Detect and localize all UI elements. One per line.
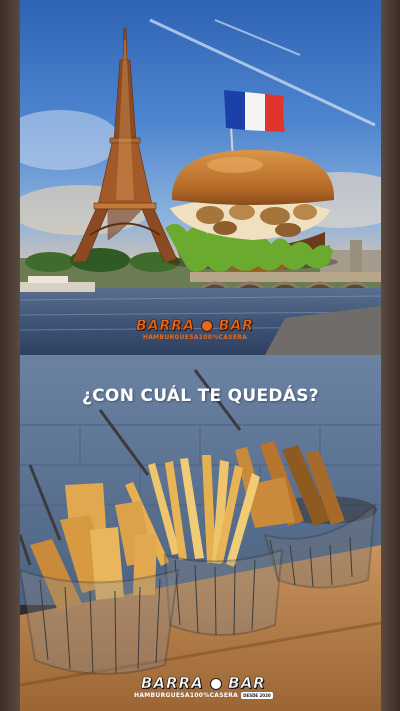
right-frame-edge <box>381 0 400 711</box>
brand-logo-wordmark: BARRA BAR <box>136 318 254 335</box>
brand-tagline: HAMBURGUESA100%CASERA <box>142 334 248 341</box>
brand-logo-top: BARRA BAR HAMBURGUESA100%CASERA <box>136 318 254 341</box>
fries-panel: ¿CON CUÁL TE QUEDÁS? BARRA BAR HAMBURGUE… <box>20 355 381 711</box>
story-image: BARRA BAR HAMBURGUESA100%CASERA ¿CON CUÁ… <box>20 0 381 711</box>
left-frame-edge <box>0 0 20 711</box>
question-headline: ¿CON CUÁL TE QUEDÁS? <box>82 386 319 406</box>
brand-logo-bottom: BARRA BAR HAMBURGUESA100%CASERA DESDE 20… <box>134 674 273 699</box>
brand-badge: DESDE 2020 <box>241 692 273 699</box>
brand-tagline: HAMBURGUESA100%CASERA <box>134 692 239 699</box>
paris-burger-panel: BARRA BAR HAMBURGUESA100%CASERA <box>20 0 381 355</box>
brand-logo-wordmark: BARRA BAR <box>140 674 266 693</box>
